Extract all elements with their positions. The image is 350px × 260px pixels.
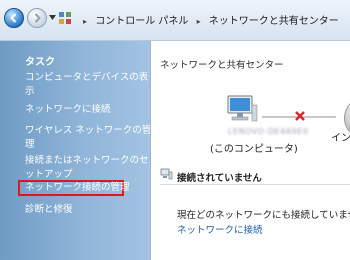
task-label-line: 理	[25, 139, 35, 150]
network-status-icon	[160, 168, 173, 180]
address-bar: ▸ コントロール パネル ▸ ネットワークと共有センター	[0, 0, 350, 41]
network-sharing-center-window: ▸ コントロール パネル ▸ ネットワークと共有センター タスク コンピュータと…	[0, 0, 350, 260]
section-divider	[160, 184, 350, 185]
history-dropdown-icon[interactable]	[49, 15, 56, 20]
connect-network-link[interactable]: ネットワークに接続	[177, 222, 263, 236]
task-label-line: 示	[25, 86, 35, 97]
disconnected-x-icon	[295, 111, 305, 121]
task-label-line: 診断と修復	[25, 204, 73, 215]
task-setup-connection[interactable]: 接続またはネットワークのセ ットアップ	[25, 154, 149, 182]
task-label-line: コンピュータとデバイスの表	[25, 72, 149, 83]
breadcrumb-separator: ▸	[196, 17, 201, 26]
breadcrumb-network-center[interactable]: ネットワークと共有センター	[209, 16, 339, 27]
task-label-line: ネットワーク接続の管理	[25, 182, 130, 193]
task-label-line: ワイヤレス ネットワークの管	[25, 125, 152, 136]
computer-icon	[227, 95, 258, 122]
forward-button[interactable]	[27, 8, 47, 28]
section-title: 接続されていません	[177, 173, 262, 184]
forward-arrow-icon	[34, 13, 41, 23]
task-pane-header: タスク	[25, 57, 55, 68]
task-pane: タスク コンピュータとデバイスの表 示 ネットワークに接続 ワイヤレス ネットワ…	[0, 41, 151, 260]
back-arrow-icon	[10, 13, 17, 23]
task-manage-wireless[interactable]: ワイヤレス ネットワークの管 理	[25, 124, 151, 152]
task-label-line: 接続またはネットワークのセ	[25, 155, 149, 166]
this-computer-label: (このコンピュータ)	[210, 144, 298, 155]
breadcrumb-separator: ▸	[83, 17, 88, 26]
breadcrumb-control-panel[interactable]: コントロール パネル	[95, 16, 188, 27]
computer-name: LENOVO-DE4A9E0	[228, 127, 309, 136]
internet-label: イン	[331, 133, 350, 144]
task-manage-network-connections[interactable]: ネットワーク接続の管理	[25, 181, 130, 195]
task-diagnose-repair[interactable]: 診断と修復	[25, 203, 73, 217]
task-label-line: ネットワークに接続	[25, 104, 111, 115]
task-connect-network[interactable]: ネットワークに接続	[25, 103, 111, 117]
status-message: 現在どのネットワークにも接続していません。	[177, 210, 350, 221]
page-title: ネットワークと共有センター	[160, 60, 284, 71]
breadcrumb: ▸ コントロール パネル ▸ ネットワークと共有センター	[78, 12, 339, 27]
back-button[interactable]	[4, 8, 24, 28]
control-panel-icon	[59, 12, 71, 24]
task-view-computers-devices[interactable]: コンピュータとデバイスの表 示	[25, 71, 148, 99]
